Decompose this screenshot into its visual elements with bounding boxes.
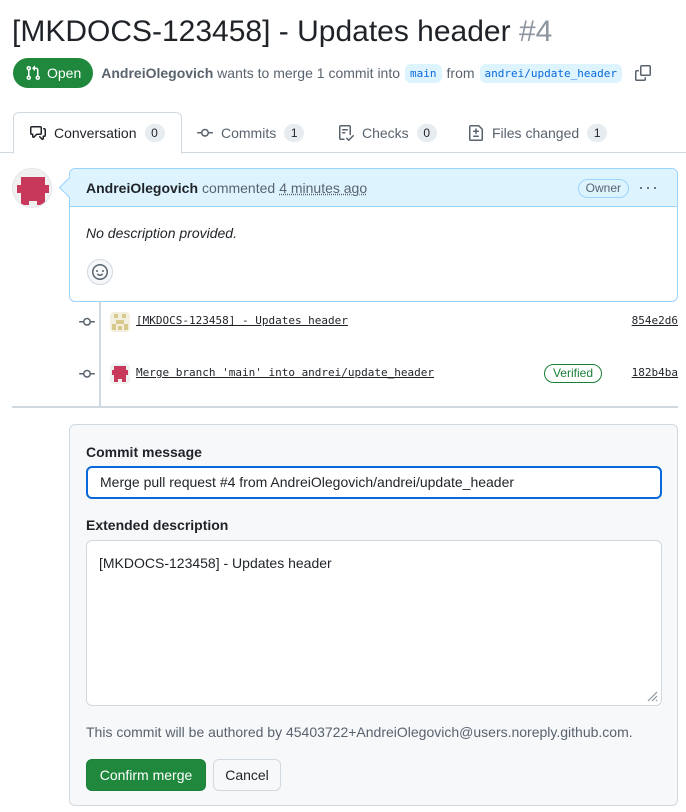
avatar[interactable] (12, 168, 52, 208)
tab-checks-count: 0 (416, 123, 437, 142)
file-diff-icon (469, 124, 483, 141)
tab-commits[interactable]: Commits 1 (197, 112, 305, 153)
comment-header: AndreiOlegovich commented 4 minutes ago … (70, 169, 677, 207)
cancel-button[interactable]: Cancel (213, 759, 281, 791)
comment-timestamp[interactable]: 4 minutes ago (279, 180, 367, 196)
base-branch[interactable]: main (405, 63, 442, 83)
comment-body: No description provided. (86, 225, 237, 241)
commit-row: Merge branch 'main' into andrei/update_h… (76, 362, 678, 386)
tab-checks-label: Checks (362, 124, 409, 141)
confirm-merge-button[interactable]: Confirm merge (86, 759, 206, 791)
commit-message-label: Commit message (86, 444, 202, 460)
git-commit-icon (76, 314, 98, 330)
tab-files-changed-count: 1 (587, 123, 608, 142)
add-reaction-button[interactable] (87, 259, 113, 285)
commit-row: [MKDOCS-123458] - Updates header 854e2d6 (76, 310, 678, 334)
pr-tabs: Conversation 0 Commits 1 Checks 0 Files … (0, 112, 686, 154)
tab-conversation[interactable]: Conversation 0 (13, 112, 182, 154)
commit-message-link[interactable]: [MKDOCS-123458] - Updates header (136, 314, 348, 327)
tab-commits-count: 1 (284, 123, 305, 142)
commit-author-avatar[interactable] (110, 312, 130, 332)
merge-action-text: wants to merge 1 commit into (217, 65, 401, 81)
tab-files-changed[interactable]: Files changed 1 (468, 112, 608, 153)
extended-description-value: [MKDOCS-123458] - Updates header (99, 555, 332, 571)
tab-checks[interactable]: Checks 0 (338, 112, 437, 153)
tab-conversation-label: Conversation (54, 125, 137, 141)
extended-description-label: Extended description (86, 517, 229, 533)
git-commit-icon (76, 366, 98, 382)
commit-author-avatar[interactable] (110, 364, 130, 384)
state-badge: Open (13, 58, 94, 88)
checklist-icon (339, 124, 354, 141)
merge-summary: AndreiOlegovich wants to merge 1 commit … (101, 63, 627, 83)
pr-meta: Open AndreiOlegovich wants to merge 1 co… (13, 58, 651, 88)
head-branch[interactable]: andrei/update_header (479, 63, 622, 83)
pr-description-comment: AndreiOlegovich commented 4 minutes ago … (69, 168, 678, 302)
timeline-separator (12, 406, 678, 408)
tab-commits-label: Commits (221, 124, 277, 141)
commit-sha-link[interactable]: 854e2d6 (632, 314, 678, 327)
pr-author-link[interactable]: AndreiOlegovich (101, 65, 213, 81)
git-commit-icon (197, 128, 213, 137)
state-label: Open (47, 65, 82, 81)
resize-grip-icon[interactable] (646, 690, 658, 702)
pr-title: [MKDOCS-123458] - Updates header #4 (12, 10, 552, 54)
pr-title-text: [MKDOCS-123458] - Updates header (12, 15, 511, 48)
from-text: from (446, 65, 475, 81)
commit-message-input[interactable]: Merge pull request #4 from AndreiOlegovi… (86, 466, 662, 499)
extended-description-textarea[interactable]: [MKDOCS-123458] - Updates header (86, 540, 662, 706)
copy-icon[interactable] (634, 65, 651, 81)
comment-author[interactable]: AndreiOlegovich (86, 180, 198, 196)
pr-number: #4 (518, 15, 553, 48)
commit-message-link[interactable]: Merge branch 'main' into andrei/update_h… (136, 366, 434, 379)
commit-author-note: This commit will be authored by 45403722… (86, 724, 633, 740)
tab-conversation-count: 0 (144, 124, 165, 142)
smiley-icon (92, 264, 108, 280)
commit-sha-link[interactable]: 182b4ba (632, 366, 678, 379)
kebab-horizontal-icon[interactable]: ··· (638, 177, 659, 198)
owner-badge: Owner (577, 179, 629, 198)
verified-badge[interactable]: Verified (543, 364, 602, 383)
git-pull-request-icon (26, 65, 41, 81)
comment-discussion-icon (30, 126, 46, 140)
tab-files-changed-label: Files changed (492, 124, 580, 141)
merge-form: Commit message Merge pull request #4 fro… (69, 424, 678, 806)
comment-action: commented (202, 179, 276, 196)
